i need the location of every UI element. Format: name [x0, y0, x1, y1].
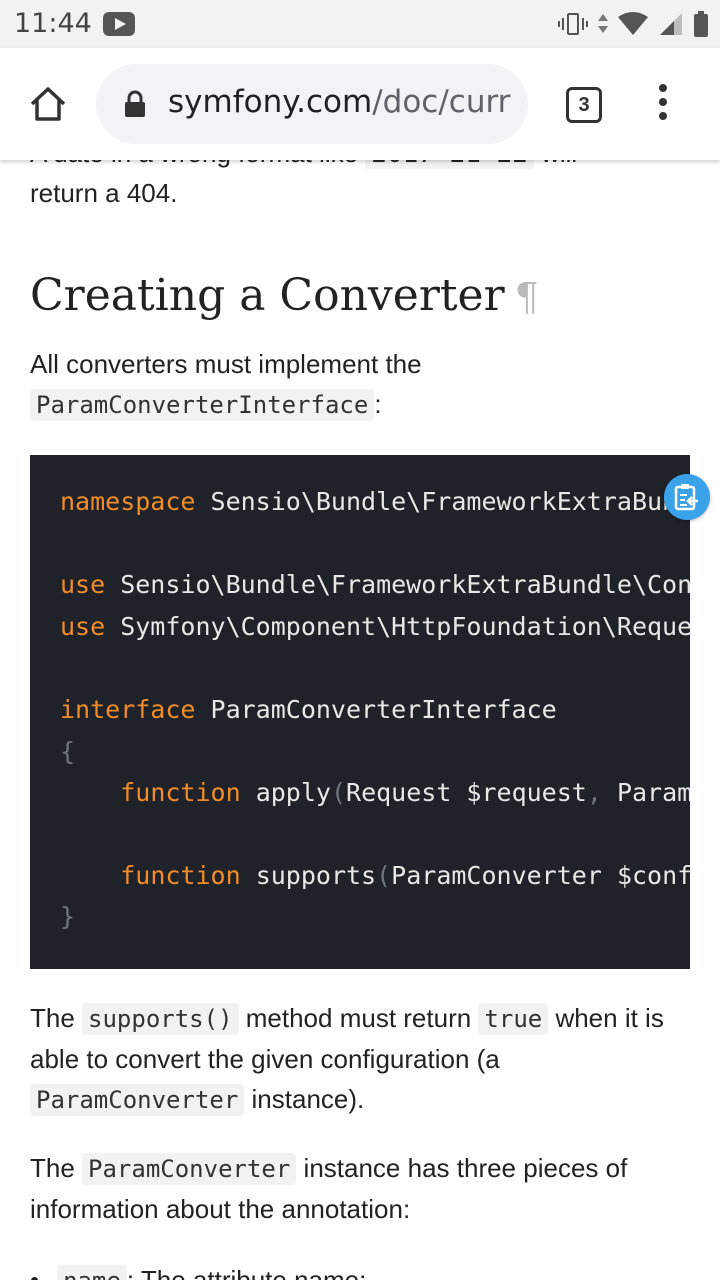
copy-code-button[interactable]: [664, 474, 710, 520]
code-line: function supports(ParamConverter $config…: [120, 861, 690, 890]
section-heading: Creating a Converter ¶: [30, 270, 539, 321]
wifi-icon: [618, 12, 648, 35]
paramconverter-paragraph: The ParamConverter instance has three pi…: [30, 1153, 628, 1224]
status-bar: 11:44: [0, 0, 720, 48]
code-line: {: [60, 737, 76, 766]
inline-code: supports(): [82, 1003, 239, 1035]
data-arrows-icon: [598, 12, 608, 36]
url-path: /doc/curr: [372, 84, 511, 120]
code-line: use Symfony\Component\HttpFoundation\Req…: [60, 612, 690, 641]
intro-paragraph: All converters must implement the ParamC…: [30, 349, 422, 421]
article-content: A date in a wrong format like 2017-21-22…: [0, 160, 720, 1280]
url-domain: symfony.com: [168, 84, 373, 120]
return-404-text: return a 404.: [30, 178, 178, 208]
youtube-notification-icon: [103, 12, 135, 36]
code-block: namespace Sensio\Bundle\FrameworkExtraBu…: [30, 455, 690, 969]
list-item: •name: The attribute name;: [30, 1265, 366, 1280]
supports-paragraph: The supports() method must return true w…: [30, 1003, 664, 1116]
permalink-anchor[interactable]: ¶: [515, 275, 539, 319]
inline-code: ParamConverter: [82, 1153, 297, 1185]
battery-icon: [694, 11, 708, 37]
lock-icon: [125, 90, 145, 117]
url-text: symfony.com/doc/curr: [168, 84, 512, 120]
more-vert-icon[interactable]: [658, 84, 668, 124]
status-icons: [558, 10, 708, 38]
signal-icon: [660, 13, 682, 35]
inline-code: name: [57, 1265, 127, 1280]
url-bar[interactable]: symfony.com/doc/curr: [96, 64, 528, 144]
code-line: interface ParamConverterInterface: [60, 695, 557, 724]
browser-toolbar: symfony.com/doc/curr 3: [0, 48, 720, 160]
inline-code: true: [478, 1003, 549, 1035]
tab-switcher-button[interactable]: 3: [566, 87, 602, 123]
status-time: 11:44: [14, 8, 92, 39]
vibrate-icon: [558, 12, 588, 36]
code-line: use Sensio\Bundle\FrameworkExtraBundle\C…: [60, 570, 690, 599]
inline-code: ParamConverterInterface: [30, 389, 375, 421]
code-line: namespace Sensio\Bundle\FrameworkExtraBu…: [60, 487, 690, 516]
code-line: function apply(Request $request, ParamCo…: [120, 778, 690, 807]
copy-clipboard-icon: [674, 484, 698, 511]
code-line: }: [60, 902, 76, 931]
home-icon[interactable]: [28, 84, 68, 124]
cut-off-text: A date in a wrong format like 2017-21-22…: [30, 160, 577, 169]
inline-code: ParamConverter: [30, 1084, 245, 1116]
